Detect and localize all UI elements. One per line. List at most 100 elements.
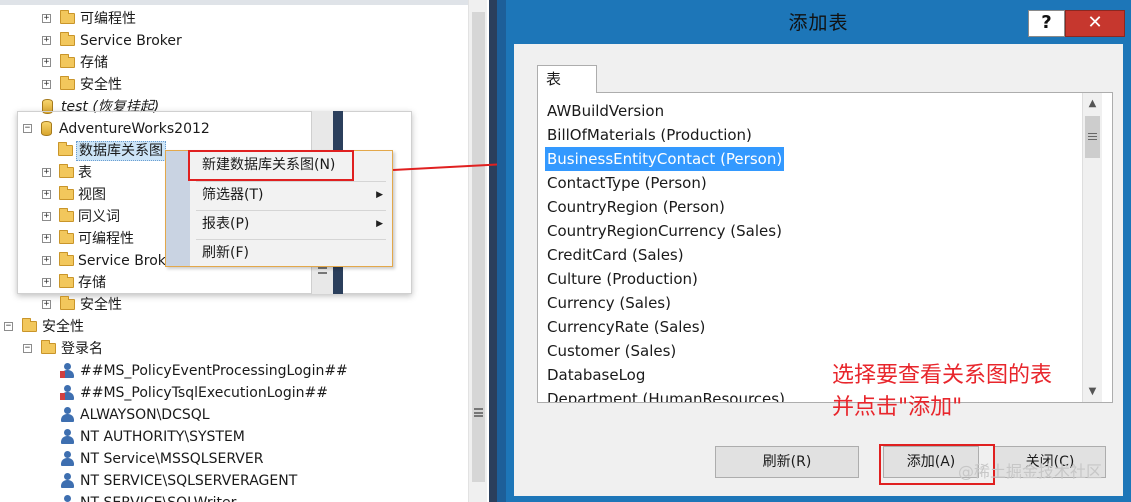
tree-item-security-2[interactable]: + 安全性: [0, 294, 460, 316]
login-item[interactable]: ##MS_PolicyTsqlExecutionLogin##: [0, 382, 460, 404]
panel-divider: [489, 0, 497, 502]
login-label: NT SERVICE\SQLSERVERAGENT: [80, 473, 298, 489]
expand-icon[interactable]: +: [42, 300, 51, 309]
tree-item-adventureworks[interactable]: − AdventureWorks2012: [0, 118, 310, 140]
expand-icon[interactable]: +: [42, 14, 51, 23]
login-user-icon: [60, 429, 74, 445]
tree-item-label: 存储: [80, 55, 108, 71]
expand-icon[interactable]: +: [42, 190, 51, 199]
menu-highlight-box: [188, 150, 354, 181]
login-user-icon: [60, 473, 74, 489]
tree-item-label: AdventureWorks2012: [59, 121, 210, 137]
tree-item-logins[interactable]: − 登录名: [0, 338, 460, 360]
expand-icon[interactable]: +: [42, 168, 51, 177]
folder-icon: [41, 340, 56, 354]
list-item[interactable]: CreditCard (Sales): [545, 243, 686, 267]
scroll-down-icon[interactable]: ▼: [1084, 383, 1101, 400]
tree-item-service-broker[interactable]: + Service Broker: [0, 30, 460, 52]
help-button[interactable]: ?: [1028, 10, 1065, 37]
menu-item-filter[interactable]: 筛选器(T) ▶: [190, 182, 392, 208]
expand-icon[interactable]: +: [42, 278, 51, 287]
login-label: ##MS_PolicyEventProcessingLogin##: [80, 363, 348, 379]
list-item[interactable]: Department (HumanResources): [545, 387, 787, 402]
list-item[interactable]: CountryRegionCurrency (Sales): [545, 219, 784, 243]
scroll-grip-icon: [474, 408, 483, 417]
login-item[interactable]: NT AUTHORITY\SYSTEM: [0, 426, 460, 448]
tree-item-label: 登录名: [61, 341, 103, 357]
list-item-selected[interactable]: BusinessEntityContact (Person): [545, 147, 785, 171]
login-label: ##MS_PolicyTsqlExecutionLogin##: [80, 385, 328, 401]
collapse-icon[interactable]: −: [4, 322, 13, 331]
database-icon: [41, 121, 52, 136]
login-label: NT Service\MSSQLSERVER: [80, 451, 264, 467]
tree-item-storage-2[interactable]: + 存储: [0, 272, 310, 294]
list-item[interactable]: CountryRegion (Person): [545, 195, 727, 219]
scroll-grip-icon: [318, 267, 327, 274]
login-user-icon: [60, 363, 74, 379]
expand-icon[interactable]: +: [42, 36, 51, 45]
tab-tables[interactable]: 表: [537, 65, 597, 93]
list-item[interactable]: Currency (Sales): [545, 291, 673, 315]
list-item[interactable]: Culture (Production): [545, 267, 700, 291]
tree-item-programmability[interactable]: + 可编程性: [0, 8, 460, 30]
tree-item-server-security[interactable]: − 安全性: [0, 316, 460, 338]
menu-item-refresh[interactable]: 刷新(F): [190, 240, 392, 266]
login-user-icon: [60, 407, 74, 423]
login-label: NT SERVICE\SQLWriter: [80, 492, 236, 502]
menu-item-label: 刷新(F): [202, 245, 249, 261]
expand-icon[interactable]: +: [42, 80, 51, 89]
collapse-icon[interactable]: −: [23, 124, 32, 133]
login-item[interactable]: NT SERVICE\SQLSERVERAGENT: [0, 470, 460, 492]
tree-item-label: 数据库关系图: [76, 141, 166, 161]
tree-item-label: 安全性: [80, 77, 122, 93]
folder-icon: [60, 296, 75, 310]
menu-item-reports[interactable]: 报表(P) ▶: [190, 211, 392, 237]
folder-icon: [60, 54, 75, 68]
annotation-line: 并点击"添加": [832, 395, 963, 420]
login-label: ALWAYSON\DCSQL: [80, 407, 210, 423]
folder-icon: [60, 32, 75, 46]
expand-icon[interactable]: +: [42, 234, 51, 243]
login-label: NT AUTHORITY\SYSTEM: [80, 429, 245, 445]
close-icon[interactable]: ✕: [1065, 10, 1125, 37]
tree-item-label: 同义词: [78, 209, 120, 225]
tree-item-label: 安全性: [42, 319, 84, 335]
object-explorer: + 可编程性 + Service Broker + 存储 + 安全性 test …: [0, 0, 490, 502]
tree-item-label: 表: [78, 165, 92, 181]
tree-item-storage[interactable]: + 存储: [0, 52, 460, 74]
menu-item-label: 筛选器(T): [202, 187, 264, 203]
expand-icon[interactable]: +: [42, 212, 51, 221]
list-scrollbar[interactable]: ▲ ▼: [1082, 93, 1102, 402]
login-item[interactable]: NT Service\MSSQLSERVER: [0, 448, 460, 470]
login-item[interactable]: NT SERVICE\SQLWriter: [0, 492, 460, 502]
folder-icon: [59, 274, 74, 288]
refresh-button[interactable]: 刷新(R): [715, 446, 859, 478]
tree-item-label: 可编程性: [78, 231, 134, 247]
scroll-up-icon[interactable]: ▲: [1084, 95, 1101, 112]
collapse-icon[interactable]: −: [23, 344, 32, 353]
login-item[interactable]: ALWAYSON\DCSQL: [0, 404, 460, 426]
list-item[interactable]: BillOfMaterials (Production): [545, 123, 754, 147]
tutorial-annotation: 选择要查看关系图的表 并点击"添加": [832, 360, 1052, 424]
expand-icon[interactable]: +: [42, 58, 51, 67]
list-item[interactable]: Customer (Sales): [545, 339, 678, 363]
menu-item-label: 报表(P): [202, 216, 250, 232]
list-item[interactable]: ContactType (Person): [545, 171, 709, 195]
tree-item-label: Service Broker: [80, 33, 182, 49]
submenu-arrow-icon: ▶: [376, 190, 383, 200]
scrollbar-thumb[interactable]: [1085, 116, 1100, 158]
login-item[interactable]: ##MS_PolicyEventProcessingLogin##: [0, 360, 460, 382]
table-list[interactable]: AWBuildVersion BillOfMaterials (Producti…: [537, 92, 1113, 403]
list-item[interactable]: DatabaseLog: [545, 363, 647, 387]
expand-icon[interactable]: +: [42, 256, 51, 265]
list-item[interactable]: AWBuildVersion: [545, 99, 666, 123]
tree-item-label: 可编程性: [80, 11, 136, 27]
explorer-scrollbar[interactable]: [468, 0, 487, 502]
explorer-top-strip: [0, 0, 468, 5]
folder-icon: [59, 186, 74, 200]
folder-icon: [59, 230, 74, 244]
login-user-icon: [60, 385, 74, 401]
tree-item-security[interactable]: + 安全性: [0, 74, 460, 96]
list-item[interactable]: CurrencyRate (Sales): [545, 315, 707, 339]
annotation-line: 选择要查看关系图的表: [832, 363, 1053, 388]
